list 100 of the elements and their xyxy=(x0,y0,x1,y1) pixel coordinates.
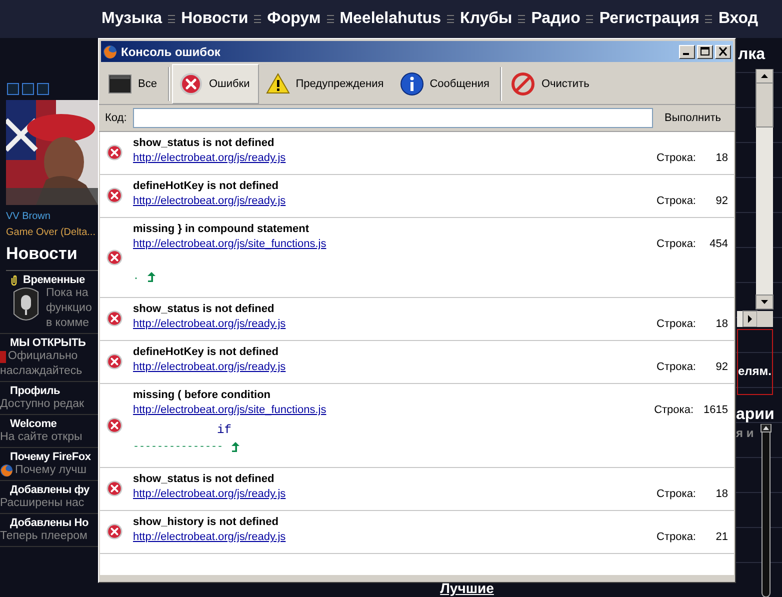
source-link[interactable]: http://electrobeat.org/js/ready.js xyxy=(133,531,657,543)
track-title[interactable]: Game Over (Delta... xyxy=(6,227,98,238)
news-title[interactable]: Добавлены Но xyxy=(10,517,89,529)
field-label: Код: xyxy=(105,112,127,124)
code-snippet: if xyxy=(217,423,232,437)
arrow-icon xyxy=(231,442,240,453)
clear-button[interactable]: Очистить xyxy=(504,64,598,104)
separator-icon xyxy=(254,15,262,23)
line-label: Строка: xyxy=(656,488,696,500)
window-title: Консоль ошибок xyxy=(121,44,222,58)
line-label: Строка: xyxy=(656,152,696,164)
news-text: функцио xyxy=(46,301,92,316)
error-message: show_status is not defined xyxy=(133,473,276,485)
error-icon xyxy=(106,353,123,370)
error-icon xyxy=(106,187,123,204)
section-heading: лка xyxy=(738,46,766,64)
error-icon xyxy=(106,248,123,266)
news-text: Почему лучш xyxy=(15,463,86,478)
filter-tab[interactable]: Сообщения xyxy=(392,64,498,104)
code-field[interactable] xyxy=(132,108,653,128)
error-message: missing } in compound statement xyxy=(133,223,310,235)
news-text: в комме xyxy=(46,316,90,331)
line-number: 92 xyxy=(714,195,728,207)
nav-link[interactable]: Клубы xyxy=(460,10,512,28)
separator-icon xyxy=(326,15,334,23)
filter-tab[interactable]: Предупреждения xyxy=(258,64,393,104)
source-link[interactable]: http://electrobeat.org/js/site_functions.js xyxy=(133,238,657,250)
nav-link[interactable]: Meelelahutus xyxy=(340,10,442,28)
artist-name[interactable]: VV Brown xyxy=(6,211,98,222)
line-number: 21 xyxy=(714,531,728,543)
run-button[interactable]: Выполнить xyxy=(658,112,729,124)
section-heading: Лучшие xyxy=(440,580,494,596)
error-pointer: . xyxy=(133,272,140,283)
app-logo-icon xyxy=(103,44,117,58)
separator-icon xyxy=(705,15,712,23)
line-label: Строка: xyxy=(654,404,694,416)
news-text: я и xyxy=(736,426,755,440)
warning-icon xyxy=(266,72,290,96)
maximize-button[interactable] xyxy=(697,44,713,58)
line-label: Строка: xyxy=(656,195,696,207)
nav-link[interactable]: Форум xyxy=(267,10,321,28)
player-tool-icon[interactable] xyxy=(37,83,49,95)
player-tool-icon[interactable] xyxy=(7,83,19,95)
arrow-icon xyxy=(147,272,156,283)
news-title[interactable]: Временные xyxy=(23,274,85,286)
filter-tab[interactable]: Все xyxy=(101,64,166,104)
error-message: missing ( before condition xyxy=(133,389,272,401)
nav-link[interactable]: Новости xyxy=(181,10,248,28)
news-title[interactable]: Welcome xyxy=(10,418,57,430)
source-link[interactable]: http://electrobeat.org/js/site_functions.js xyxy=(133,404,654,416)
maximize-icon xyxy=(700,47,710,56)
line-label: Строка: xyxy=(656,318,696,330)
source-link[interactable]: http://electrobeat.org/js/ready.js xyxy=(133,195,657,207)
nav-link[interactable]: Вход xyxy=(718,10,758,28)
error-message: show_status is not defined xyxy=(133,137,276,149)
error-message: defineHotKey is not defined xyxy=(133,180,280,192)
news-title[interactable]: МЫ ОТКРЫТЬ xyxy=(10,337,86,349)
separator-icon xyxy=(518,15,526,23)
line-number: 18 xyxy=(714,152,728,164)
close-button[interactable] xyxy=(715,44,731,58)
line-number: 1615 xyxy=(704,404,728,416)
source-link[interactable]: http://electrobeat.org/js/ready.js xyxy=(133,361,657,373)
error-message: defineHotKey is not defined xyxy=(133,346,280,358)
error-icon xyxy=(106,144,123,161)
player-tool-icon[interactable] xyxy=(22,83,34,95)
filter-tab[interactable]: Ошибки xyxy=(172,64,259,104)
error-icon xyxy=(106,523,123,540)
globe-icon xyxy=(0,464,13,477)
line-label: Строка: xyxy=(656,361,696,373)
news-text: наслаждайтесь xyxy=(0,364,82,379)
news-title[interactable]: Почему FireFox xyxy=(10,451,91,463)
line-number: 454 xyxy=(708,238,728,250)
news-title[interactable]: Добавлены фу xyxy=(10,484,90,496)
source-link[interactable]: http://electrobeat.org/js/ready.js xyxy=(133,488,657,500)
news-text: Доступно редак xyxy=(0,397,84,412)
news-text: Расширены нас xyxy=(0,496,84,511)
line-label: Строка: xyxy=(656,531,696,543)
source-link[interactable]: http://electrobeat.org/js/ready.js xyxy=(133,152,657,164)
minimize-button[interactable] xyxy=(679,44,695,58)
error-icon xyxy=(106,480,123,497)
console-icon xyxy=(108,72,132,96)
info-icon xyxy=(400,72,424,96)
source-link[interactable]: http://electrobeat.org/js/ready.js xyxy=(133,318,657,330)
news-text: Пока на xyxy=(46,286,88,301)
note-icon xyxy=(0,350,6,362)
error-icon xyxy=(178,72,203,96)
nav-link[interactable]: Регистрация xyxy=(599,10,700,28)
news-text: Официально xyxy=(8,349,78,364)
separator-icon xyxy=(447,15,454,23)
error-icon xyxy=(106,310,123,327)
nav-link[interactable]: Музыка xyxy=(102,10,162,28)
line-number: 18 xyxy=(714,488,728,500)
nav-link[interactable]: Радио xyxy=(531,10,580,28)
clear-icon xyxy=(511,72,536,96)
news-title[interactable]: Профиль xyxy=(10,385,60,397)
error-icon xyxy=(106,416,123,434)
separator-icon xyxy=(168,15,176,23)
news-text: На сайте откры xyxy=(0,430,82,445)
error-message: show_status is not defined xyxy=(133,303,276,315)
close-icon xyxy=(718,47,728,56)
